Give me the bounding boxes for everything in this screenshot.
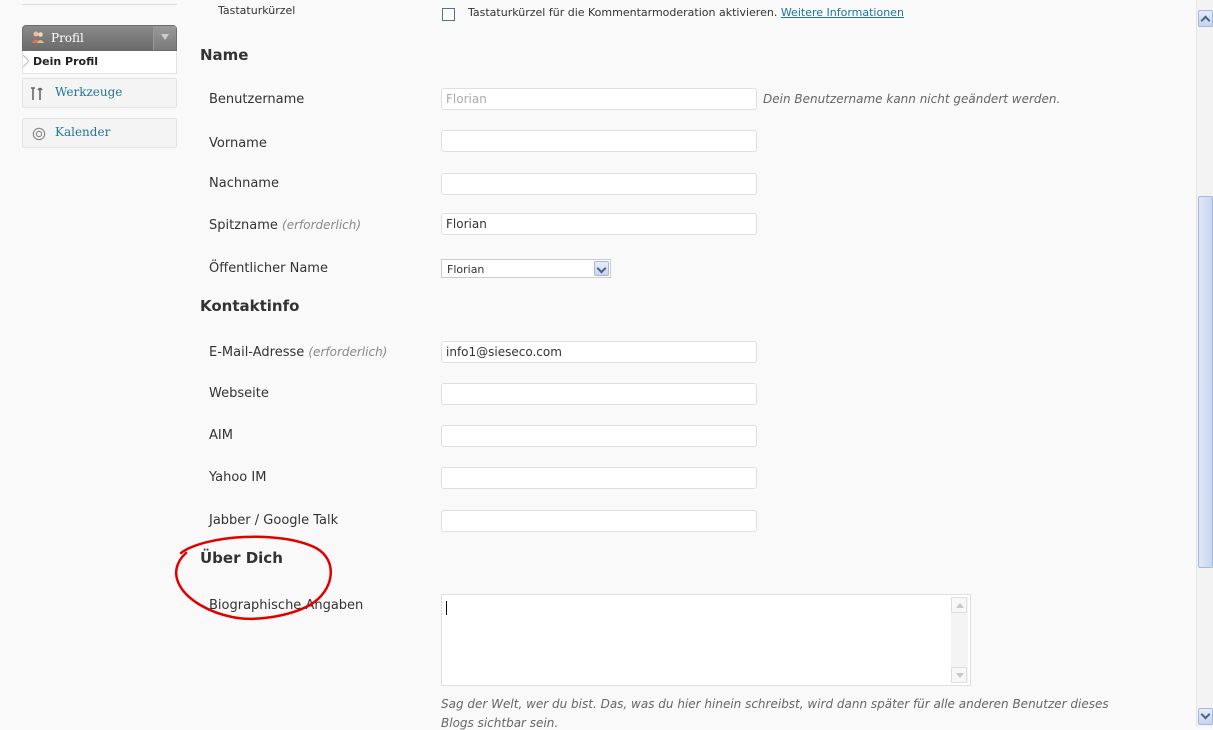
- email-field[interactable]: info1@sieseco.com: [441, 341, 757, 363]
- menu-toggle-button[interactable]: [153, 26, 176, 50]
- aim-label: AIM: [209, 428, 233, 443]
- email-label: E-Mail-Adresse: [209, 345, 305, 360]
- bio-description-line2: Blogs sichtbar sein.: [441, 716, 559, 730]
- scroll-down-icon[interactable]: [951, 667, 967, 683]
- scroll-up-button[interactable]: [1198, 10, 1213, 27]
- required-note: (erforderlich): [308, 345, 388, 359]
- menu-calendar[interactable]: Kalender: [22, 118, 177, 148]
- shortcuts-checkbox-text: Tastaturkürzel für die Kommentarmoderati…: [468, 6, 904, 19]
- textarea-scrollbar[interactable]: [951, 597, 968, 683]
- menu-profile[interactable]: Profil: [22, 25, 177, 51]
- nickname-field[interactable]: Florian: [441, 213, 757, 235]
- chevron-down-icon: [1200, 709, 1211, 720]
- menu-tools[interactable]: Werkzeuge: [22, 78, 177, 108]
- aim-field[interactable]: [441, 425, 757, 447]
- shortcuts-label: Tastaturkürzel: [218, 4, 296, 17]
- scroll-down-button[interactable]: [1198, 708, 1213, 725]
- current-indicator-icon: [23, 55, 29, 67]
- display-name-select[interactable]: Florian: [441, 259, 611, 278]
- lastname-label: Nachname: [209, 176, 279, 191]
- section-heading-about: Über Dich: [200, 549, 283, 567]
- username-field: Florian: [441, 88, 757, 110]
- scroll-up-icon[interactable]: [951, 597, 967, 613]
- lastname-field[interactable]: [441, 173, 757, 195]
- username-label: Benutzername: [209, 92, 305, 107]
- nickname-label-wrap: Spitzname (erforderlich): [209, 218, 361, 233]
- admin-sidebar: Profil Dein Profil Werkzeuge Kalender: [0, 0, 192, 727]
- website-field[interactable]: [441, 383, 757, 405]
- calendar-icon: [32, 127, 46, 141]
- submenu-item-label: Dein Profil: [33, 55, 98, 68]
- chevron-up-icon: [1200, 15, 1211, 26]
- chevron-down-icon: [596, 263, 607, 274]
- scrollbar-thumb[interactable]: [1198, 196, 1213, 568]
- section-heading-name: Name: [200, 46, 249, 64]
- menu-calendar-label: Kalender: [55, 125, 111, 139]
- firstname-field[interactable]: [441, 130, 757, 152]
- more-info-link[interactable]: Weitere Informationen: [781, 6, 904, 19]
- nickname-label: Spitzname: [209, 218, 278, 233]
- email-label-wrap: E-Mail-Adresse (erforderlich): [209, 345, 387, 360]
- bio-label: Biographische Angaben: [209, 598, 364, 613]
- section-heading-contact: Kontaktinfo: [200, 297, 300, 315]
- bio-textarea[interactable]: [441, 594, 971, 686]
- jabber-label: Jabber / Google Talk: [209, 513, 339, 528]
- submenu-item-dein-profil[interactable]: Dein Profil: [22, 51, 177, 74]
- shortcuts-description: Tastaturkürzel für die Kommentarmoderati…: [468, 6, 778, 19]
- display-name-value: Florian: [447, 263, 485, 276]
- website-label: Webseite: [209, 386, 269, 401]
- required-note: (erforderlich): [282, 218, 362, 232]
- dropdown-button[interactable]: [594, 261, 609, 276]
- jabber-field[interactable]: [441, 510, 757, 532]
- yahoo-label: Yahoo IM: [209, 470, 267, 485]
- text-cursor: [446, 601, 447, 615]
- menu-tools-label: Werkzeuge: [55, 85, 123, 99]
- display-name-label: Öffentlicher Name: [209, 261, 328, 276]
- page-scrollbar[interactable]: [1196, 0, 1213, 727]
- shortcuts-checkbox[interactable]: [442, 8, 455, 21]
- users-icon: [32, 31, 44, 43]
- username-hint: Dein Benutzername kann nicht geändert we…: [763, 92, 1061, 106]
- menu-profile-label: Profil: [51, 31, 84, 45]
- yahoo-field[interactable]: [441, 467, 757, 489]
- firstname-label: Vorname: [209, 136, 267, 151]
- bio-description: Sag der Welt, wer du bist. Das, was du h…: [441, 697, 1109, 711]
- profile-form: Tastaturkürzel Tastaturkürzel für die Ko…: [192, 0, 1196, 730]
- menu-separator: [22, 0, 177, 5]
- tools-icon: [31, 87, 43, 100]
- chevron-down-icon: [161, 34, 169, 40]
